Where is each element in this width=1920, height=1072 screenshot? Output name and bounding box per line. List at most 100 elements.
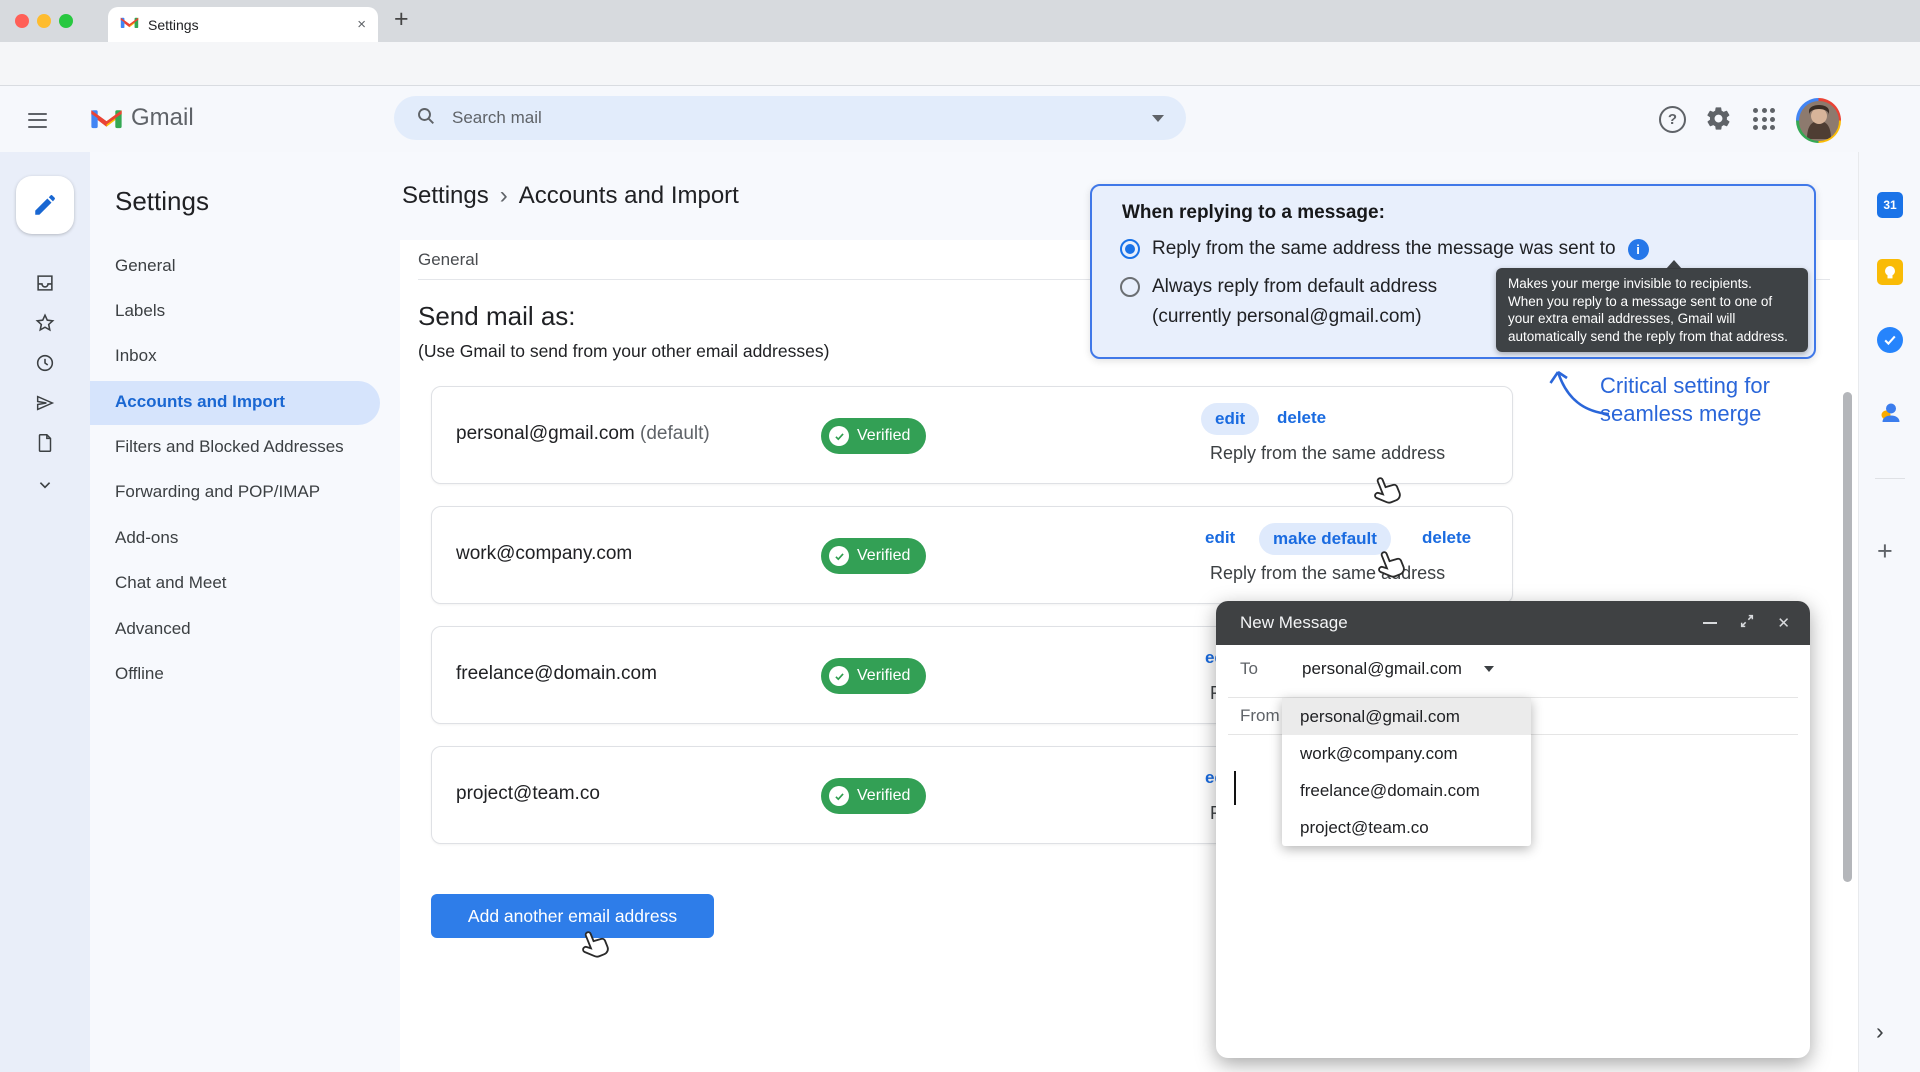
dropdown-item-work[interactable]: work@company.com <box>1282 735 1531 772</box>
compose-button[interactable] <box>16 176 74 234</box>
search-icon[interactable] <box>416 106 436 131</box>
starred-icon[interactable] <box>34 312 56 339</box>
annotation-text: Critical setting for seamless merge <box>1600 372 1860 428</box>
radio-unselected-icon[interactable] <box>1120 277 1140 297</box>
text-cursor <box>1234 771 1236 805</box>
radio-label: Always reply from default address <box>1152 276 1437 298</box>
drafts-icon[interactable] <box>34 432 56 459</box>
hand-cursor-icon <box>1368 474 1402 508</box>
check-icon <box>829 546 849 566</box>
new-tab-button[interactable]: + <box>394 5 409 34</box>
more-labels-chevron-icon[interactable] <box>34 474 56 501</box>
expand-icon[interactable] <box>1739 613 1755 634</box>
account-email: freelance@domain.com <box>456 663 657 685</box>
window-zoom-button[interactable] <box>59 14 73 28</box>
hand-cursor-icon <box>1372 548 1406 582</box>
edit-link[interactable]: edit <box>1201 403 1259 435</box>
help-icon[interactable]: ? <box>1659 106 1686 133</box>
tab-close-icon[interactable]: × <box>357 16 366 33</box>
nav-item-offline[interactable]: Offline <box>115 664 164 684</box>
nav-item-accounts-and-import[interactable]: Accounts and Import <box>115 392 285 412</box>
settings-nav <box>90 152 400 1072</box>
verified-badge: Verified <box>821 418 926 454</box>
keep-icon[interactable] <box>1877 259 1903 285</box>
divider <box>1875 478 1905 479</box>
left-rail <box>0 152 90 1072</box>
send-mail-as-title: Send mail as: <box>418 301 576 332</box>
minimize-icon[interactable] <box>1703 622 1717 624</box>
verified-badge: Verified <box>821 658 926 694</box>
to-value[interactable]: personal@gmail.com <box>1302 659 1462 679</box>
nav-item-labels[interactable]: Labels <box>115 301 165 321</box>
check-icon <box>829 426 849 446</box>
annotation-line: seamless merge <box>1600 400 1860 428</box>
snoozed-icon[interactable] <box>34 352 56 379</box>
check-icon <box>829 666 849 686</box>
dropdown-item-personal[interactable]: personal@gmail.com <box>1282 698 1531 735</box>
search-bar[interactable]: Search mail <box>394 96 1186 140</box>
main-menu-icon[interactable] <box>28 108 47 132</box>
nav-item-advanced[interactable]: Advanced <box>115 619 191 639</box>
nav-item-chat-and-meet[interactable]: Chat and Meet <box>115 573 227 593</box>
search-placeholder[interactable]: Search mail <box>452 108 1136 128</box>
window-minimize-button[interactable] <box>37 14 51 28</box>
side-panel-collapse-icon[interactable]: › <box>1876 1018 1884 1045</box>
radio-selected-icon[interactable] <box>1120 239 1140 259</box>
account-avatar[interactable] <box>1796 98 1841 143</box>
browser-tab[interactable]: Settings × <box>108 7 378 42</box>
general-tab-label[interactable]: General <box>418 250 478 270</box>
compose-titlebar[interactable]: New Message ✕ <box>1216 601 1810 645</box>
contacts-icon[interactable] <box>1877 399 1903 425</box>
tasks-icon[interactable] <box>1877 327 1903 353</box>
sent-icon[interactable] <box>34 392 56 419</box>
tooltip-line: automatically send the reply from that a… <box>1508 328 1796 346</box>
gmail-logo-text: Gmail <box>131 104 194 132</box>
close-icon[interactable]: ✕ <box>1777 614 1790 632</box>
hand-cursor-icon <box>576 928 610 962</box>
breadcrumb: Settings›Accounts and Import <box>402 182 739 210</box>
add-another-email-button[interactable]: Add another email address <box>431 894 714 938</box>
account-email: work@company.com <box>456 543 632 565</box>
window-close-button[interactable] <box>15 14 29 28</box>
gmail-favicon <box>120 15 139 35</box>
account-row-work: work@company.com Verified edit make defa… <box>431 506 1513 604</box>
reply-note: Reply from the same address <box>1210 563 1445 584</box>
delete-link[interactable]: delete <box>1422 528 1471 548</box>
radio-row-same-address[interactable]: Reply from the same address the message … <box>1120 238 1649 260</box>
delete-link[interactable]: delete <box>1277 408 1326 428</box>
inbox-icon[interactable] <box>34 272 56 299</box>
verified-badge: Verified <box>821 538 926 574</box>
compose-window: New Message ✕ To personal@gmail.com From… <box>1216 601 1810 1058</box>
tooltip-line: When you reply to a message sent to one … <box>1508 293 1796 311</box>
settings-gear-icon[interactable] <box>1705 105 1732 137</box>
get-addons-icon[interactable]: + <box>1877 536 1893 567</box>
compose-title: New Message <box>1240 613 1703 633</box>
callout-title: When replying to a message: <box>1122 202 1385 224</box>
account-email: personal@gmail.com (default) <box>456 423 710 445</box>
to-dropdown-caret-icon[interactable] <box>1484 666 1494 672</box>
search-options-caret-icon[interactable] <box>1152 115 1164 122</box>
nav-item-inbox[interactable]: Inbox <box>115 346 157 366</box>
nav-item-general[interactable]: General <box>115 256 175 276</box>
radio-row-default-address[interactable]: Always reply from default address <box>1120 276 1437 298</box>
radio-label: Reply from the same address the message … <box>1152 238 1616 260</box>
from-address-dropdown: personal@gmail.com work@company.com free… <box>1282 698 1531 846</box>
content-scrollbar-thumb[interactable] <box>1843 392 1852 882</box>
browser-toolbar: https://mail.google.com/mail/u/0/#settin… <box>0 42 1920 86</box>
annotation-arrow <box>1545 362 1615 420</box>
nav-item-forwarding[interactable]: Forwarding and POP/IMAP <box>115 482 320 502</box>
nav-item-addons[interactable]: Add-ons <box>115 528 178 548</box>
google-apps-icon[interactable] <box>1753 108 1775 130</box>
verified-badge: Verified <box>821 778 926 814</box>
calendar-icon[interactable]: 31 <box>1877 192 1903 218</box>
account-row-personal: personal@gmail.com (default) Verified ed… <box>431 386 1513 484</box>
edit-link[interactable]: edit <box>1205 528 1235 548</box>
dropdown-item-freelance[interactable]: freelance@domain.com <box>1282 772 1531 809</box>
pencil-icon <box>32 192 58 218</box>
dropdown-item-project[interactable]: project@team.co <box>1282 809 1531 846</box>
nav-item-filters[interactable]: Filters and Blocked Addresses <box>115 437 344 457</box>
gmail-header: Gmail Search mail ? <box>0 86 1920 152</box>
breadcrumb-root[interactable]: Settings <box>402 182 489 209</box>
info-tooltip: Makes your merge invisible to recipients… <box>1496 268 1808 352</box>
info-icon[interactable]: i <box>1628 239 1649 260</box>
